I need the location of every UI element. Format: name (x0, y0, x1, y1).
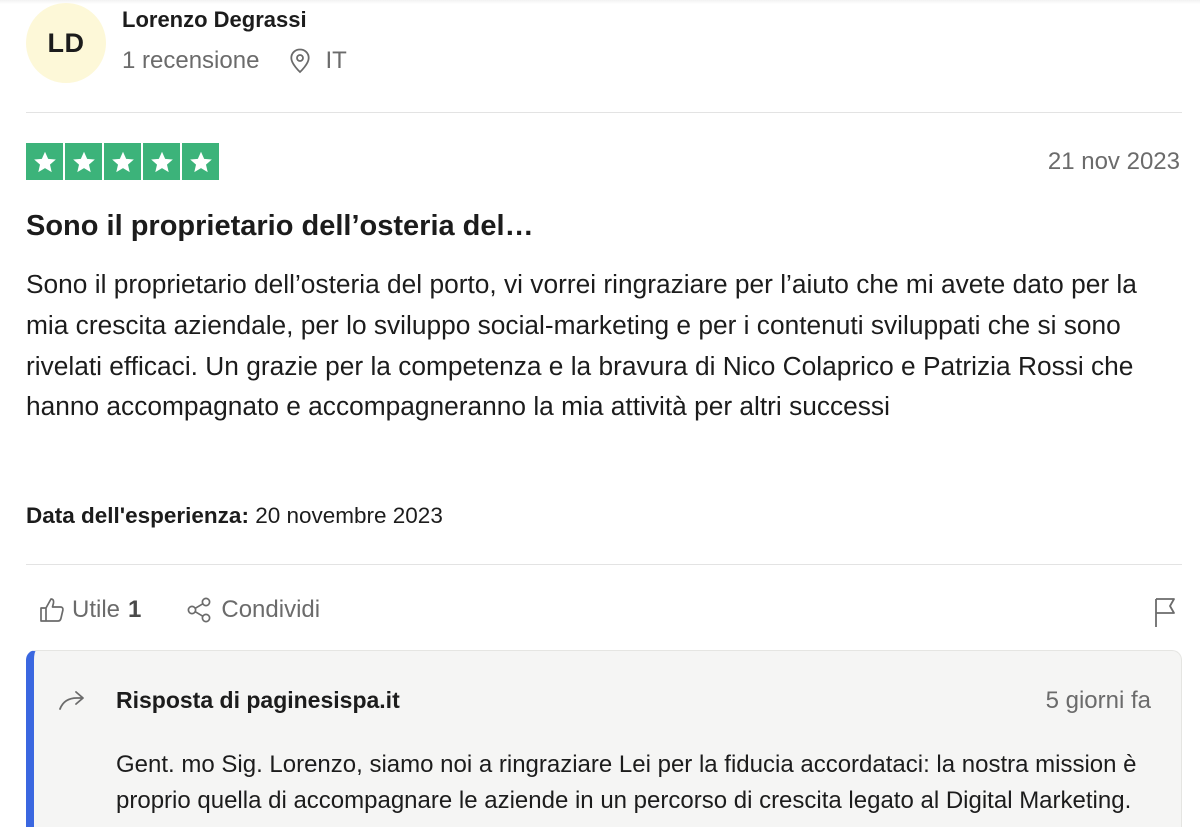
useful-label: Utile (72, 596, 121, 623)
reviews-count: 1 recensione (122, 47, 260, 74)
useful-count: 1 (128, 596, 142, 623)
experience-date: Data dell'esperienza: 20 novembre 2023 (26, 503, 443, 529)
reviewer-meta: 1 recensione IT (122, 47, 347, 75)
reply-body: Gent. mo Sig. Lorenzo, siamo noi a ringr… (116, 751, 1137, 814)
reply-date: 5 giorni fa (1045, 687, 1151, 714)
top-edge (0, 0, 1200, 4)
review-actions: Utile 1 Condividi (38, 596, 320, 624)
location-pin-icon (289, 48, 313, 74)
review-date: 21 nov 2023 (1047, 148, 1180, 175)
share-label: Condividi (221, 596, 321, 623)
thumbs-up-icon (40, 598, 64, 622)
review-title[interactable]: Sono il proprietario dell’osteria del… (26, 210, 534, 243)
reviewer-country: IT (325, 47, 347, 74)
flag-icon (1155, 598, 1175, 627)
avatar[interactable]: LD (26, 3, 106, 83)
star-rating (26, 143, 219, 180)
reply-arrow-icon (56, 688, 88, 719)
reviewer-name[interactable]: Lorenzo Degrassi (122, 7, 307, 33)
useful-button[interactable]: Utile 1 (38, 596, 141, 624)
share-button[interactable]: Condividi (185, 596, 320, 624)
avatar-initials: LD (47, 27, 85, 58)
divider (26, 112, 1182, 113)
review-card: LD Lorenzo Degrassi 1 recensione IT 21 n… (0, 0, 1200, 827)
star-icon (26, 143, 63, 180)
experience-label: Data dell'esperienza: (26, 503, 249, 528)
flag-button[interactable] (1152, 596, 1180, 628)
reply-title: Risposta di paginesispa.it (116, 687, 400, 713)
company-reply: Risposta di paginesispa.it 5 giorni fa G… (26, 650, 1182, 827)
review-body: Sono il proprietario dell’osteria del po… (26, 269, 1137, 422)
divider (26, 564, 1182, 565)
experience-value: 20 novembre 2023 (255, 503, 443, 528)
star-icon (182, 143, 219, 180)
star-icon (65, 143, 102, 180)
share-icon (187, 597, 211, 623)
star-icon (104, 143, 141, 180)
star-icon (143, 143, 180, 180)
